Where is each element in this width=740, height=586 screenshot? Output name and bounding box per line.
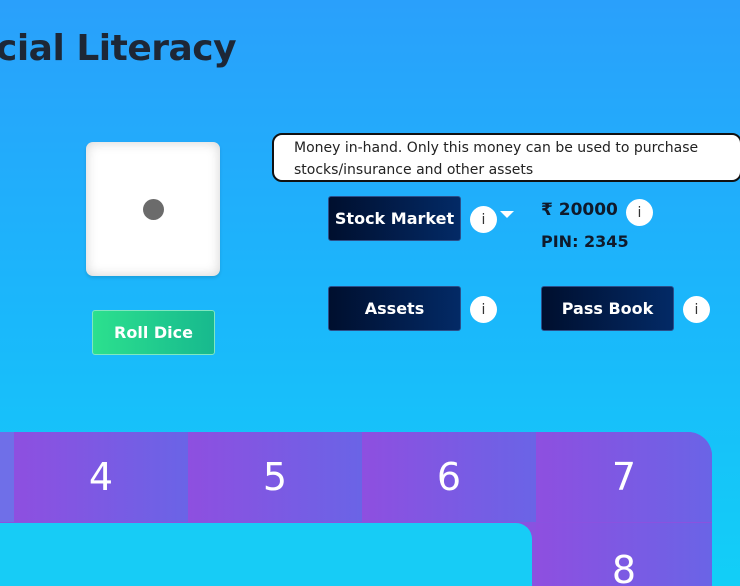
chevron-down-icon[interactable] (500, 211, 514, 218)
pass-book-info-icon[interactable]: i (683, 296, 710, 323)
pin-label: PIN: 2345 (541, 232, 629, 251)
stock-market-info-icon[interactable]: i (470, 206, 497, 233)
money-in-hand: ₹ 20000 (541, 200, 618, 220)
pass-book-button[interactable]: Pass Book (541, 286, 674, 331)
stock-market-button[interactable]: Stock Market (328, 196, 461, 241)
game-board: 4 5 6 7 8 (0, 432, 712, 586)
board-cell-4: 4 (14, 432, 188, 522)
board-cell-5: 5 (188, 432, 362, 522)
dice (86, 142, 220, 276)
board-cell-7: 7 (536, 432, 712, 522)
board-cell-6: 6 (362, 432, 536, 522)
board-cell-partial (0, 432, 14, 522)
dice-pip (143, 199, 164, 220)
board-inner-area (0, 523, 532, 586)
page-title: cial Literacy (0, 28, 237, 69)
money-tooltip: Money in-hand. Only this money can be us… (272, 133, 740, 182)
money-info-icon[interactable]: i (626, 199, 653, 226)
assets-info-icon[interactable]: i (470, 296, 497, 323)
board-cell-8: 8 (536, 523, 712, 586)
roll-dice-button[interactable]: Roll Dice (92, 310, 215, 355)
assets-button[interactable]: Assets (328, 286, 461, 331)
